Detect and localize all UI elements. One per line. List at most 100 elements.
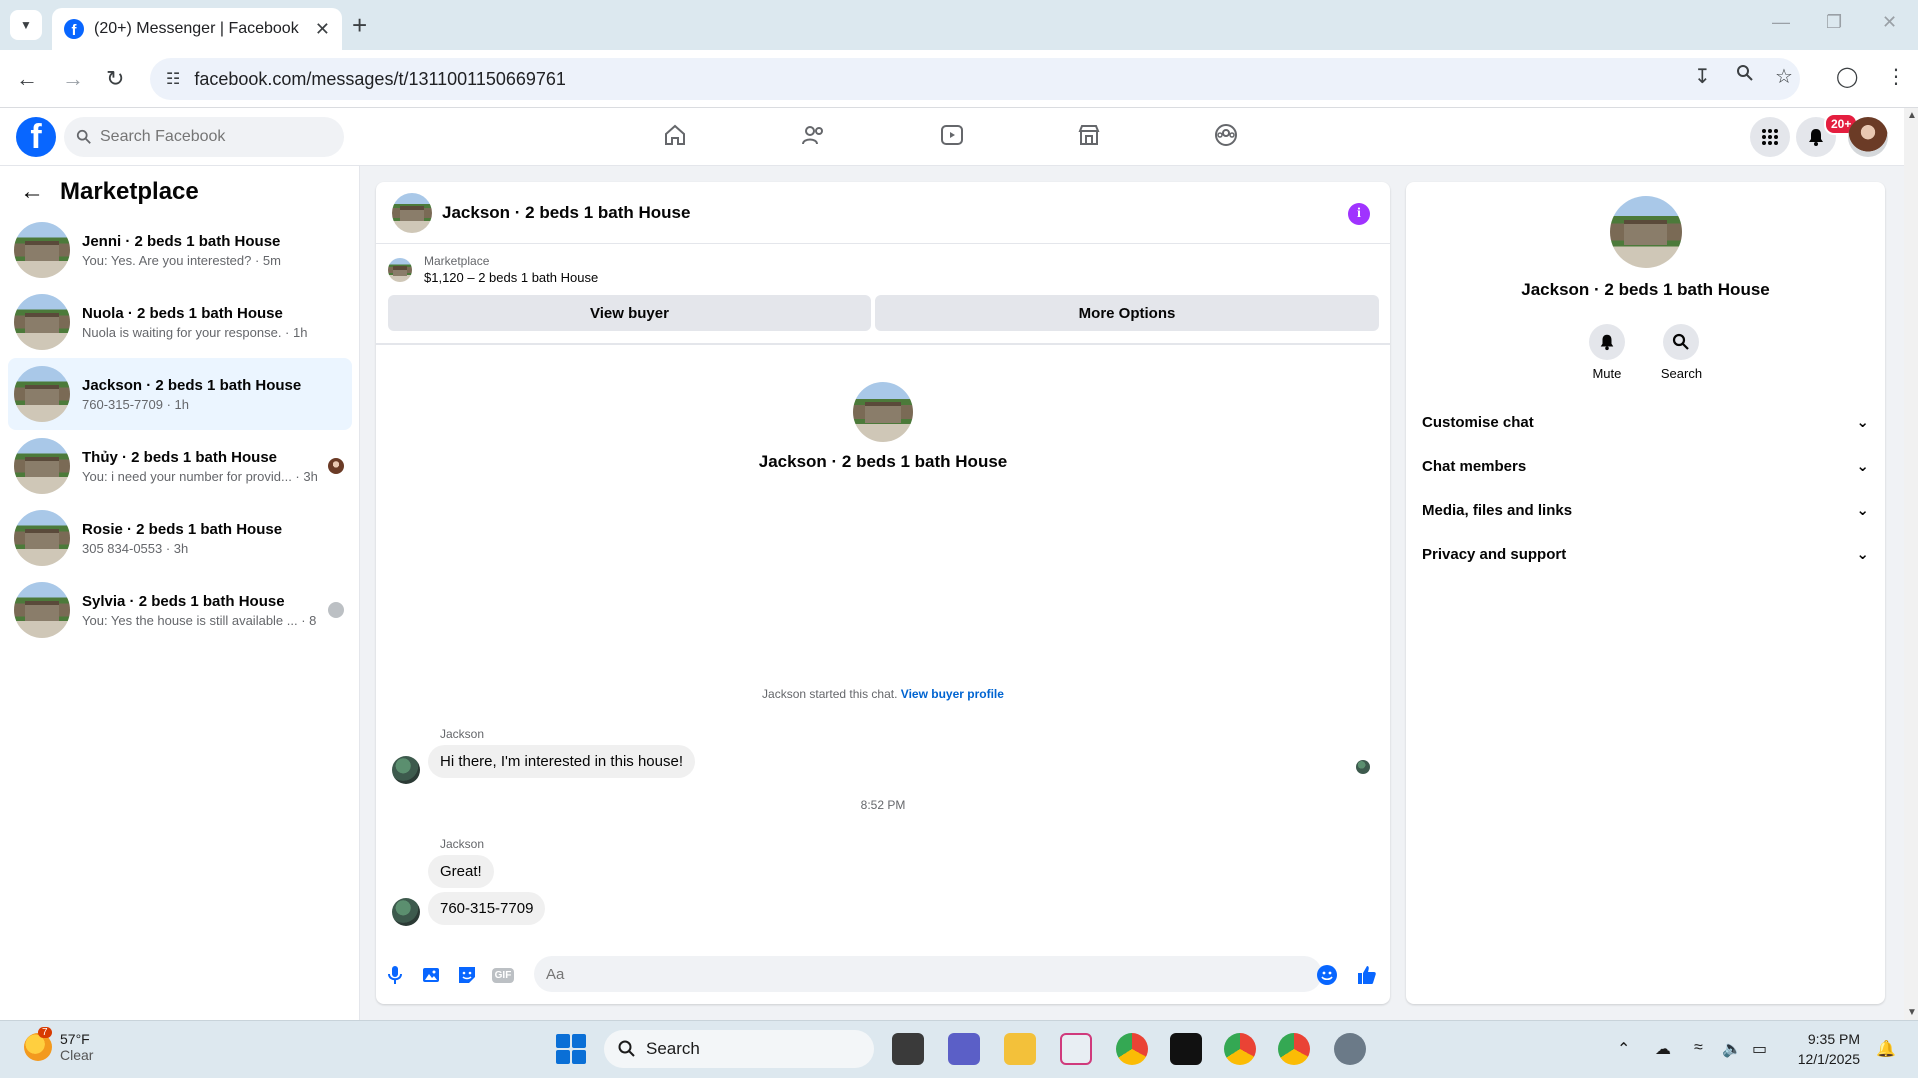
show-hidden-icons-icon[interactable]: ⌃ — [1617, 1039, 1630, 1059]
weather-widget[interactable]: 7 57°F Clear — [24, 1027, 94, 1063]
conversation-item-active[interactable]: Jackson · 2 beds 1 bath House 760-315-77… — [8, 358, 352, 430]
capcut-icon[interactable] — [1170, 1033, 1202, 1065]
teams-chat-icon[interactable] — [948, 1033, 980, 1065]
chrome-profile-b-icon[interactable] — [1224, 1033, 1256, 1065]
task-view-icon[interactable] — [892, 1033, 924, 1065]
system-clock[interactable]: 9:35 PM 12/1/2025 — [1780, 1029, 1860, 1069]
settings-gear-icon[interactable] — [1334, 1033, 1366, 1065]
view-buyer-profile-link[interactable]: View buyer profile — [901, 687, 1004, 701]
snipping-tool-icon[interactable] — [1060, 1033, 1092, 1065]
page-scrollbar[interactable]: ▲ ▼ — [1904, 108, 1918, 1020]
weather-condition: Clear — [60, 1047, 94, 1063]
sender-avatar[interactable] — [392, 756, 420, 784]
chat-title[interactable]: Jackson · 2 beds 1 bath House — [442, 203, 690, 223]
tab-search-button[interactable]: ▼ — [10, 10, 42, 40]
section-label: Chat members — [1422, 457, 1527, 475]
sender-avatar[interactable] — [392, 898, 420, 926]
view-buyer-button[interactable]: View buyer — [388, 295, 871, 331]
message-bubble[interactable]: 760-315-7709 — [428, 892, 546, 925]
more-options-button[interactable]: More Options — [875, 295, 1379, 331]
message-bubble[interactable]: Great! — [428, 855, 494, 888]
back-icon[interactable]: ← — [16, 66, 38, 92]
file-explorer-icon[interactable] — [1004, 1033, 1036, 1065]
address-bar[interactable]: ☷ facebook.com/messages/t/13110011506697… — [150, 58, 1800, 100]
taskbar-search-label: Search — [646, 1039, 700, 1058]
video-nav-icon[interactable] — [922, 122, 982, 152]
menu-grid-button[interactable] — [1750, 117, 1790, 157]
forward-icon[interactable]: → — [62, 66, 84, 92]
windows-start-icon[interactable] — [556, 1034, 586, 1064]
details-actions: Mute Search — [1406, 324, 1885, 381]
facebook-search[interactable] — [64, 117, 344, 157]
minimize-icon[interactable]: — — [1772, 12, 1790, 33]
friends-nav-icon[interactable] — [783, 122, 843, 152]
scroll-down-icon[interactable]: ▼ — [1907, 1007, 1917, 1018]
back-arrow-icon[interactable]: ← — [20, 178, 44, 206]
gif-icon[interactable]: GIF — [490, 962, 516, 988]
section-chat-members[interactable]: Chat members ⌄ — [1414, 444, 1877, 488]
taskbar-search[interactable]: Search — [604, 1030, 874, 1068]
conversation-preview: You: i need your number for provid... · … — [82, 468, 317, 484]
chat-header-thumbnail[interactable] — [392, 192, 432, 233]
mute-button[interactable]: Mute — [1588, 324, 1625, 381]
conversation-item[interactable]: Jenni · 2 beds 1 bath House You: Yes. Ar… — [8, 214, 352, 286]
message-sender: Jackson — [440, 727, 485, 741]
details-name: Jackson · 2 beds 1 bath House — [1521, 280, 1770, 299]
search-in-chat-button[interactable]: Search — [1661, 324, 1702, 381]
close-tab-icon[interactable]: ✕ — [315, 19, 330, 40]
notification-bell-icon[interactable]: 🔔 — [1876, 1039, 1896, 1059]
sticker-icon[interactable] — [454, 962, 480, 988]
section-customise-chat[interactable]: Customise chat ⌄ — [1414, 400, 1877, 444]
marketplace-nav-icon[interactable] — [1059, 122, 1119, 152]
volume-icon[interactable]: 🔈 — [1722, 1039, 1742, 1059]
install-app-icon[interactable]: ↧ — [1694, 64, 1711, 89]
menu-kebab-icon[interactable]: ⋮ — [1886, 64, 1906, 89]
home-nav-icon[interactable] — [645, 122, 705, 152]
chevron-down-icon: ⌄ — [1856, 502, 1869, 519]
zoom-icon[interactable] — [1736, 64, 1754, 88]
conversation-list: Jenni · 2 beds 1 bath House You: Yes. Ar… — [8, 214, 352, 646]
bookmark-star-icon[interactable]: ☆ — [1775, 64, 1793, 89]
battery-icon[interactable]: ▭ — [1752, 1039, 1767, 1059]
conversation-item[interactable]: Rosie · 2 beds 1 bath House 305 834-0553… — [8, 502, 352, 574]
wifi-icon[interactable]: ≈ — [1694, 1039, 1703, 1057]
restore-icon[interactable]: ❐ — [1826, 12, 1842, 33]
section-privacy-support[interactable]: Privacy and support ⌄ — [1414, 532, 1877, 576]
photo-icon[interactable] — [418, 962, 444, 988]
message-input[interactable] — [546, 965, 1246, 983]
chat-details-panel: Jackson · 2 beds 1 bath House Mute Searc… — [1406, 182, 1885, 1004]
conversation-item[interactable]: Sylvia · 2 beds 1 bath House You: Yes th… — [8, 574, 352, 646]
chevron-down-icon: ⌄ — [1856, 458, 1869, 475]
facebook-topbar: f — [0, 108, 1904, 166]
reload-icon[interactable]: ↻ — [106, 66, 124, 92]
groups-nav-icon[interactable] — [1196, 122, 1256, 152]
profile-icon[interactable]: ◯ — [1836, 64, 1858, 89]
facebook-search-input[interactable] — [100, 128, 320, 146]
search-icon — [76, 129, 91, 144]
section-label: Customise chat — [1422, 413, 1534, 431]
details-thumbnail[interactable] — [1609, 196, 1682, 268]
conversation-item[interactable]: Nuola · 2 beds 1 bath House Nuola is wai… — [8, 286, 352, 358]
chrome-profile-c-icon[interactable] — [1278, 1033, 1310, 1065]
new-tab-icon[interactable]: + — [352, 12, 367, 38]
site-info-icon[interactable]: ☷ — [166, 69, 180, 89]
info-icon[interactable]: i — [1348, 203, 1370, 225]
message-sender: Jackson — [440, 837, 485, 851]
listing-thumbnail — [14, 582, 70, 638]
microphone-icon[interactable] — [382, 962, 408, 988]
facebook-logo-icon[interactable]: f — [16, 117, 56, 157]
cloud-offline-icon[interactable]: ☁ — [1655, 1039, 1671, 1059]
emoji-icon[interactable] — [1314, 962, 1340, 988]
section-media-files-links[interactable]: Media, files and links ⌄ — [1414, 488, 1877, 532]
like-thumb-icon[interactable] — [1354, 962, 1380, 988]
account-avatar[interactable] — [1848, 117, 1888, 157]
scroll-up-icon[interactable]: ▲ — [1907, 110, 1917, 121]
message-bubble[interactable]: Hi there, I'm interested in this house! — [428, 745, 695, 778]
conversation-item[interactable]: Thủy · 2 beds 1 bath House You: i need y… — [8, 430, 352, 502]
close-window-icon[interactable]: ✕ — [1882, 12, 1897, 33]
browser-toolbar: ← → ↻ ☷ facebook.com/messages/t/13110011… — [0, 50, 1918, 108]
listing-summary[interactable]: Marketplace $1,120 – 2 beds 1 bath House — [388, 254, 598, 285]
browser-tab-active[interactable]: f (20+) Messenger | Facebook ✕ — [52, 8, 342, 50]
message-timestamp: 8:52 PM — [860, 798, 906, 812]
chrome-profile-a-icon[interactable] — [1116, 1033, 1148, 1065]
